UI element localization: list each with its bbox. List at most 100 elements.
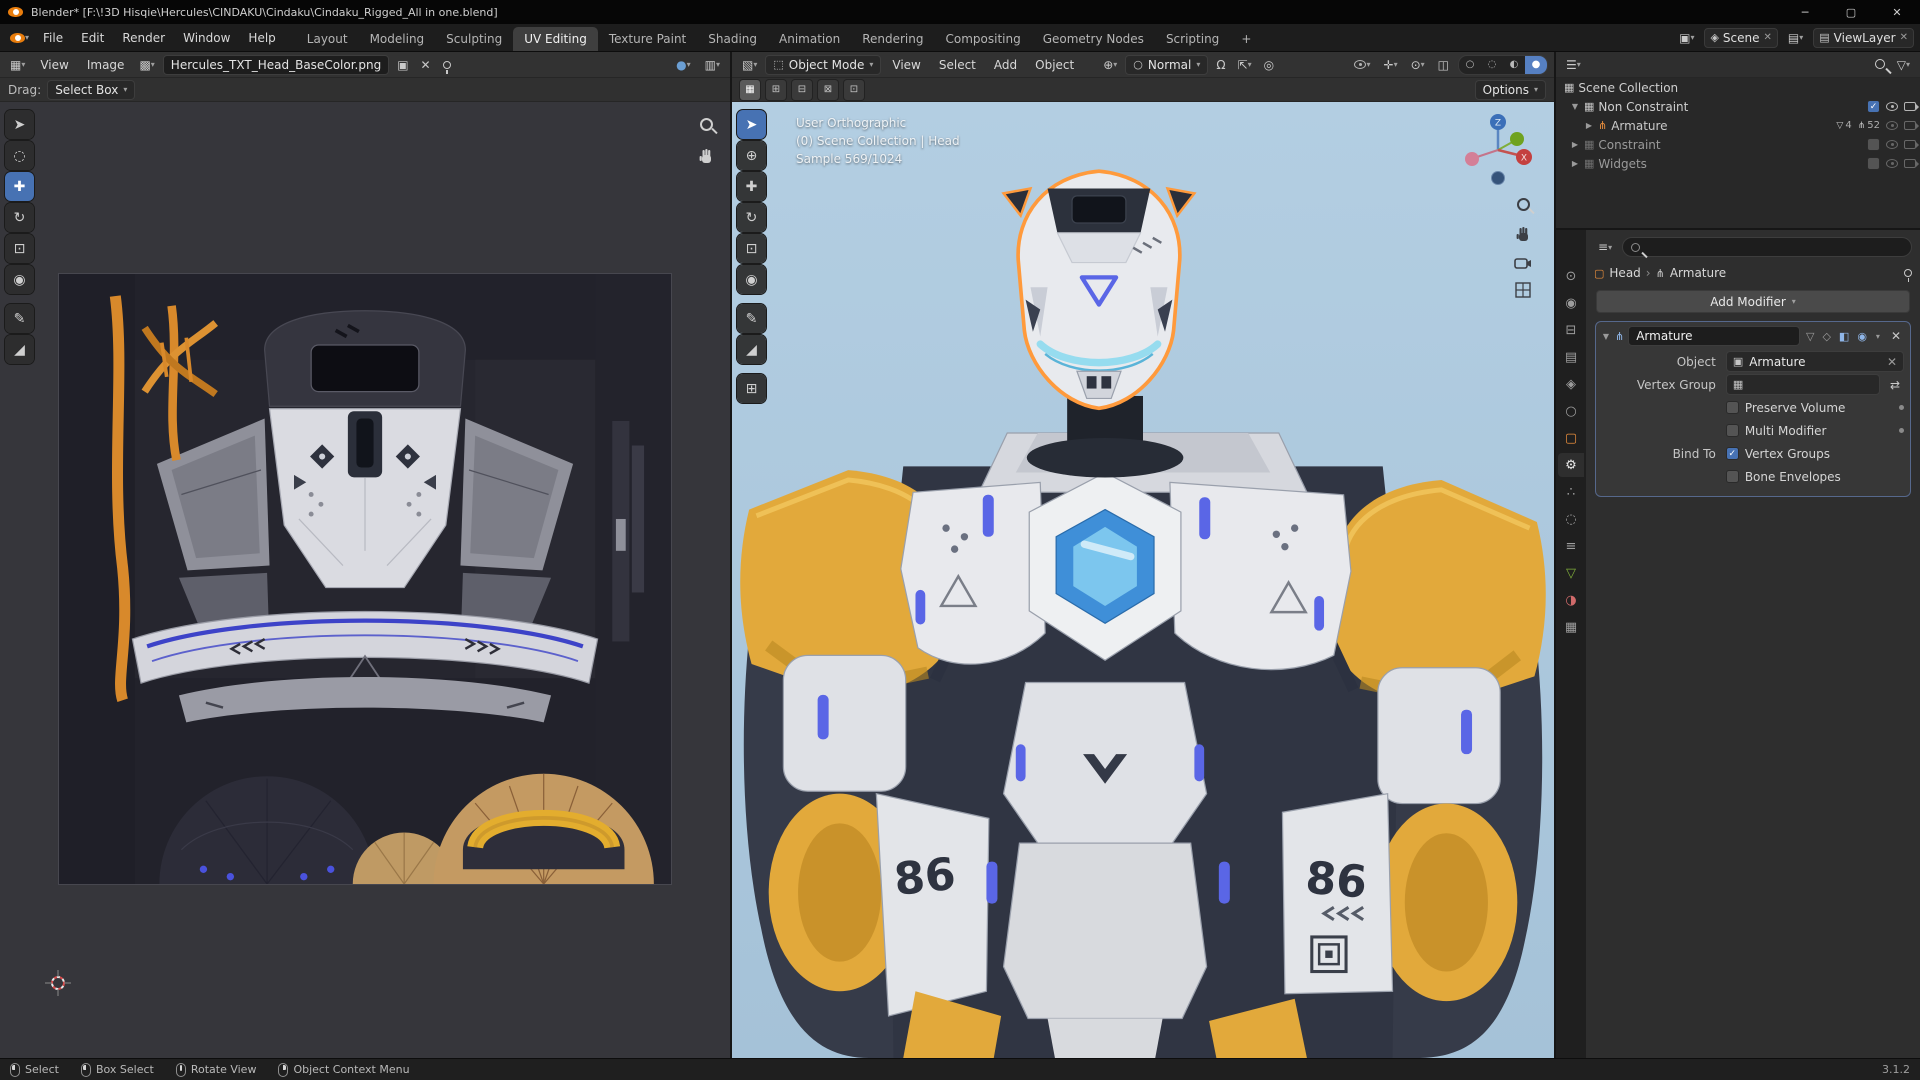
viewlayer-remove-icon[interactable]: ✕	[1900, 32, 1908, 43]
bone-envelopes-checkbox[interactable]	[1725, 470, 1739, 483]
expand-icon[interactable]: ▶	[1584, 121, 1594, 130]
render-camera-icon[interactable]	[1904, 140, 1919, 149]
shading-rendered-icon[interactable]: ●	[1525, 55, 1547, 74]
tab-scripting[interactable]: Scripting	[1155, 27, 1230, 51]
tab-physics[interactable]: ◌	[1558, 507, 1584, 531]
selectbox-mode-invert-icon[interactable]: ⊠	[818, 79, 838, 100]
collection-checkbox[interactable]	[1867, 138, 1880, 151]
uv-2d-cursor[interactable]	[45, 970, 71, 996]
tab-modeling[interactable]: Modeling	[359, 27, 436, 51]
viewlayer-selector[interactable]: ▤ ViewLayer ✕	[1813, 27, 1914, 48]
expand-icon[interactable]: ▶	[1570, 159, 1580, 168]
display-channels-icon[interactable]: ● ▾	[672, 56, 695, 74]
cage-toggle-icon[interactable]: ◇	[1820, 329, 1832, 344]
tab-particles[interactable]: ∴	[1558, 480, 1584, 504]
tab-scene[interactable]: ◈	[1558, 372, 1584, 396]
vp-tool-annotate[interactable]: ✎	[737, 304, 766, 333]
outliner-row-widgets[interactable]: ▶ ▦ Widgets	[1556, 154, 1920, 173]
tab-texture-paint[interactable]: Texture Paint	[598, 27, 697, 51]
xray-toggle-icon[interactable]: ◫	[1434, 56, 1453, 74]
vp-zoom-icon[interactable]	[1516, 198, 1530, 214]
collection-checkbox[interactable]	[1867, 157, 1880, 170]
tab-object-data[interactable]: ▽	[1558, 561, 1584, 585]
shading-material-icon[interactable]: ◐	[1503, 56, 1525, 74]
extras-menu-icon[interactable]: ▾	[1873, 332, 1883, 341]
tab-constraints[interactable]: ≡	[1558, 534, 1584, 558]
shading-solid-icon[interactable]: ◌	[1481, 56, 1503, 74]
selectbox-mode-extend-icon[interactable]: ⊞	[766, 79, 786, 100]
vp-tool-measure[interactable]: ◢	[737, 335, 766, 364]
edit-mode-toggle-icon[interactable]: ▽	[1804, 329, 1816, 344]
tab-tool[interactable]: ⊙	[1558, 264, 1584, 288]
menu-edit[interactable]: Edit	[73, 27, 112, 49]
uv-texture-image[interactable]	[59, 274, 671, 885]
navigation-gizmo[interactable]: Z X	[1456, 108, 1540, 192]
outliner-filter-icon[interactable]: ▽ ▾	[1893, 56, 1914, 74]
outliner-row-scene-collection[interactable]: ▦ Scene Collection	[1556, 78, 1920, 97]
selectbox-mode-subtract-icon[interactable]: ⊟	[792, 79, 812, 100]
menu-render[interactable]: Render	[114, 27, 173, 49]
uv-tool-select-circle[interactable]: ◌	[5, 141, 34, 170]
scene-unlink-icon[interactable]: ✕	[1764, 32, 1772, 43]
hide-eye-icon[interactable]	[1886, 121, 1898, 130]
tab-geometry-nodes[interactable]: Geometry Nodes	[1032, 27, 1155, 51]
clear-object-icon[interactable]: ✕	[1887, 355, 1897, 369]
pin-id-icon[interactable]	[1904, 266, 1912, 282]
add-modifier-button[interactable]: Add Modifier ▾	[1596, 290, 1910, 313]
vertex-group-field[interactable]: ▦	[1725, 374, 1880, 395]
uv-tool-select-tweak[interactable]: ➤	[5, 110, 34, 139]
selectbox-mode-intersect-icon[interactable]: ⊡	[844, 79, 864, 100]
editor-type-outliner-icon[interactable]: ☰ ▾	[1562, 56, 1585, 74]
uv-pan-hand-icon[interactable]	[697, 148, 715, 166]
tab-output[interactable]: ⊟	[1558, 318, 1584, 342]
menu-file[interactable]: File	[35, 27, 71, 49]
hide-eye-icon[interactable]	[1886, 140, 1898, 149]
browse-scene-icon[interactable]: ▣ ▾	[1675, 29, 1698, 47]
vp-tool-select-box[interactable]: ➤	[737, 110, 766, 139]
vp-menu-add[interactable]: Add	[987, 55, 1024, 75]
multi-modifier-checkbox[interactable]	[1725, 424, 1739, 437]
mode-dropdown[interactable]: ⬚ Object Mode ▾	[765, 54, 882, 75]
uv-tool-move[interactable]: ✚	[5, 172, 34, 201]
uv-tool-sweep[interactable]: ◢	[5, 335, 34, 364]
collapse-icon[interactable]: ▼	[1601, 332, 1611, 341]
uv-menu-view[interactable]: View	[33, 55, 75, 75]
overlays-toggle-icon[interactable]: ⊙ ▾	[1407, 56, 1429, 74]
render-camera-icon[interactable]	[1904, 102, 1919, 111]
uv-canvas[interactable]: ➤ ◌ ✚ ↻ ⊡ ◉ ✎ ◢	[0, 102, 730, 1058]
outliner-row-non-constraint[interactable]: ▼ ▦ Non Constraint	[1556, 97, 1920, 116]
tab-compositing[interactable]: Compositing	[934, 27, 1031, 51]
close-button[interactable]: ✕	[1874, 0, 1920, 24]
uv-tool-rotate[interactable]: ↻	[5, 203, 34, 232]
breadcrumb-object[interactable]: Head	[1609, 266, 1640, 280]
transform-pivot-icon[interactable]: ⊕ ▾	[1099, 56, 1121, 74]
shading-wireframe-icon[interactable]: ○	[1459, 56, 1481, 74]
vp-tool-scale[interactable]: ⊡	[737, 234, 766, 263]
hide-eye-icon[interactable]	[1886, 102, 1898, 111]
tab-render[interactable]: ◉	[1558, 291, 1584, 315]
add-workspace-button[interactable]: +	[1230, 27, 1262, 51]
gizmos-toggle-icon[interactable]: ✛ ▾	[1380, 56, 1402, 74]
outliner-row-armature[interactable]: ▶ ⋔ Armature ▽ 4 ⋔ 52	[1556, 116, 1920, 135]
tab-layout[interactable]: Layout	[296, 27, 359, 51]
visibility-filter-icon[interactable]: ▾	[1350, 58, 1374, 71]
tab-modifiers[interactable]: ⚙	[1558, 453, 1584, 477]
proportional-edit-icon[interactable]: ◎	[1260, 56, 1278, 74]
snap-target-icon[interactable]: ⇱ ▾	[1234, 56, 1256, 74]
editor-type-uv-icon[interactable]: ▦ ▾	[6, 56, 29, 74]
vp-toggle-grid-icon[interactable]	[1515, 282, 1531, 298]
options-dropdown[interactable]: Options ▾	[1474, 79, 1546, 100]
vertex-groups-checkbox[interactable]	[1725, 447, 1739, 460]
uv-tool-annotate[interactable]: ✎	[5, 304, 34, 333]
drag-mode-dropdown[interactable]: Select Box ▾	[47, 79, 136, 100]
editor-type-properties-icon[interactable]: ≡ ▾	[1594, 238, 1616, 256]
blender-menu-icon[interactable]: ▾	[6, 31, 33, 45]
snap-magnet-icon[interactable]: Ω	[1212, 56, 1229, 74]
expand-icon[interactable]: ▶	[1570, 140, 1580, 149]
uv-tool-transform[interactable]: ◉	[5, 265, 34, 294]
tab-object[interactable]: ▢	[1558, 426, 1584, 450]
browse-image-icon[interactable]: ▩ ▾	[135, 56, 158, 74]
animate-dot-icon[interactable]	[1899, 428, 1904, 433]
expand-icon[interactable]: ▼	[1570, 102, 1580, 111]
modifier-object-field[interactable]: ▣ Armature ✕	[1725, 351, 1904, 372]
